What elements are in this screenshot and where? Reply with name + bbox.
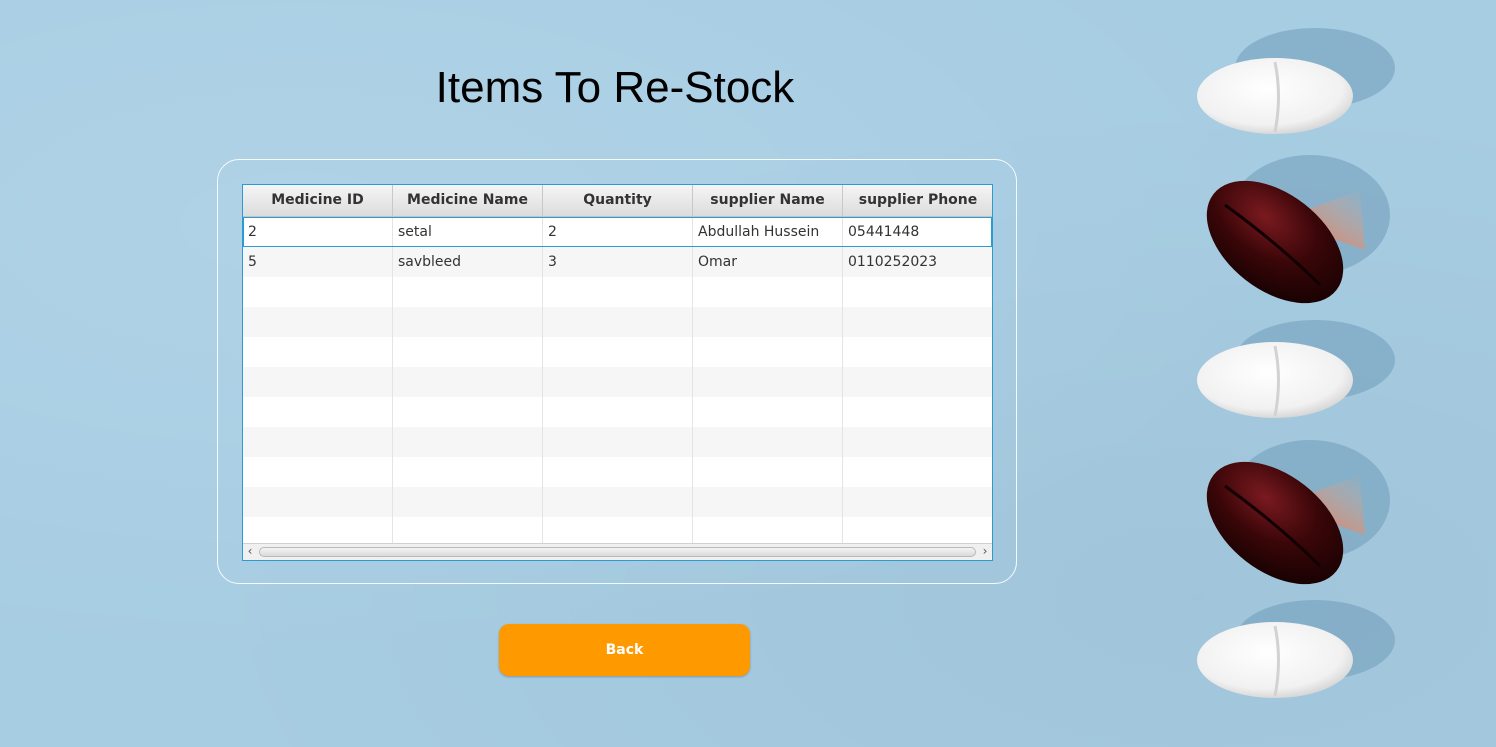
column-header-medicine-id[interactable]: Medicine ID [243,185,393,216]
empty-table-row [243,427,992,457]
empty-table-row [243,517,992,544]
cell-medicine-id: 5 [243,247,393,277]
empty-cell [393,457,543,487]
scroll-left-arrow-icon[interactable]: ‹ [243,544,257,560]
empty-cell [843,337,992,367]
column-header-medicine-name[interactable]: Medicine Name [393,185,543,216]
empty-cell [243,307,393,337]
empty-cell [843,487,992,517]
column-header-supplier-name[interactable]: supplier Name [693,185,843,216]
empty-cell [693,427,843,457]
horizontal-scrollbar[interactable]: ‹ › [243,543,992,560]
empty-cell [693,367,843,397]
table-row[interactable]: 5 savbleed 3 Omar 0110252023 [243,247,992,277]
empty-cell [243,277,393,307]
empty-cell [693,457,843,487]
table-body: 2 setal 2 Abdullah Hussein 05441448 5 sa… [243,217,992,544]
empty-table-row [243,487,992,517]
red-capsule-icon [1206,155,1390,304]
empty-table-row [243,337,992,367]
empty-cell [693,307,843,337]
cell-quantity: 2 [543,217,693,247]
column-header-quantity[interactable]: Quantity [543,185,693,216]
white-tablet-icon [1197,320,1395,418]
empty-table-row [243,397,992,427]
empty-cell [243,487,393,517]
empty-cell [543,427,693,457]
empty-cell [243,427,393,457]
empty-cell [243,367,393,397]
empty-cell [393,487,543,517]
scroll-thumb[interactable] [259,547,976,557]
cell-quantity: 3 [543,247,693,277]
cell-supplier-phone: 05441448 [848,224,920,240]
empty-cell [843,457,992,487]
empty-cell [843,517,992,544]
column-header-supplier-phone[interactable]: supplier Phone [843,185,992,216]
red-capsule-icon [1206,440,1390,585]
empty-table-row [243,367,992,397]
cell-medicine-name: savbleed [393,247,543,277]
cell-medicine-id: 2 [243,217,393,247]
cell-medicine-name: setal [393,217,543,247]
page-title: Items To Re-Stock [435,63,795,112]
empty-cell [393,277,543,307]
restock-table[interactable]: Medicine ID Medicine Name Quantity suppl… [242,184,993,561]
white-tablet-icon [1197,600,1395,698]
empty-table-row [243,457,992,487]
empty-cell [843,397,992,427]
empty-cell [393,517,543,544]
cell-supplier-name: Abdullah Hussein [693,217,843,247]
empty-cell [843,307,992,337]
empty-cell [843,367,992,397]
empty-cell [693,517,843,544]
empty-cell [843,277,992,307]
empty-cell [693,337,843,367]
empty-cell [693,397,843,427]
empty-cell [543,397,693,427]
empty-cell [243,397,393,427]
cell-supplier-phone: 0110252023 [848,254,938,270]
empty-cell [393,307,543,337]
empty-cell [393,427,543,457]
empty-cell [393,397,543,427]
empty-cell [543,487,693,517]
empty-cell [843,427,992,457]
empty-cell [243,517,393,544]
empty-cell [243,457,393,487]
table-row[interactable]: 2 setal 2 Abdullah Hussein 05441448 [243,217,992,247]
empty-cell [693,277,843,307]
empty-table-row [243,307,992,337]
empty-cell [543,337,693,367]
empty-cell [543,367,693,397]
empty-cell [543,277,693,307]
empty-cell [543,457,693,487]
pills-decoration [1197,28,1395,698]
empty-cell [393,367,543,397]
cell-supplier-name: Omar [693,247,843,277]
white-tablet-icon [1197,28,1395,134]
empty-cell [243,337,393,367]
back-button[interactable]: Back [499,624,750,676]
table-header: Medicine ID Medicine Name Quantity suppl… [243,185,992,217]
empty-cell [543,517,693,544]
empty-cell [393,337,543,367]
scroll-right-arrow-icon[interactable]: › [978,544,992,560]
empty-cell [543,307,693,337]
empty-cell [693,487,843,517]
empty-table-row [243,277,992,307]
